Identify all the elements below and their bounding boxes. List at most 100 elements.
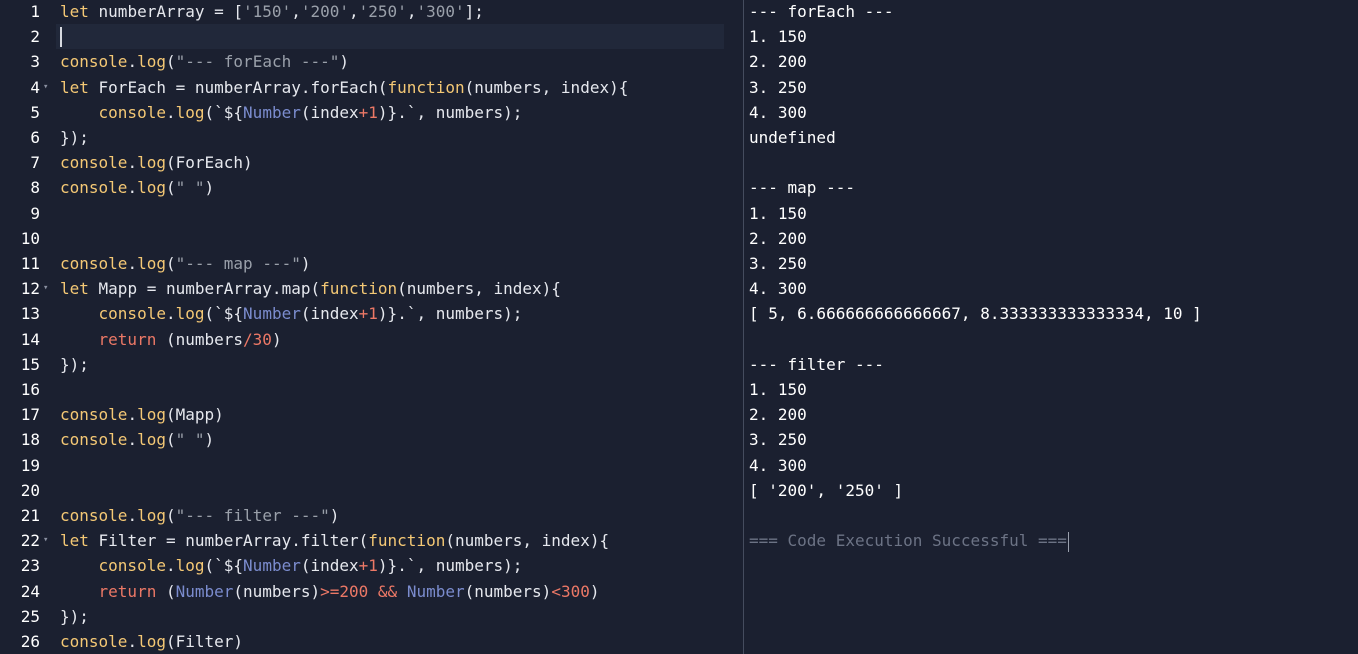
code-line[interactable]: 23 console.log(`${Number(index+1)}.`, nu…: [0, 553, 743, 578]
code-line[interactable]: 11 console.log("--- map ---"): [0, 251, 743, 276]
code-line[interactable]: 18 console.log(" "): [0, 427, 743, 452]
code-text[interactable]: console.log(" "): [60, 175, 214, 200]
code-text[interactable]: });: [60, 352, 89, 377]
code-line[interactable]: 5 console.log(`${Number(index+1)}.`, num…: [0, 100, 743, 125]
output-text: 3. 250: [749, 430, 807, 450]
code-token: '250': [358, 2, 407, 21]
code-line[interactable]: 17 console.log(Mapp): [0, 402, 743, 427]
code-token: (Mapp): [165, 405, 224, 425]
code-line[interactable]: 26 console.log(Filter): [0, 629, 743, 654]
code-token: 30: [252, 329, 272, 349]
fold-arrow-icon[interactable]: ▾: [43, 276, 48, 301]
code-token: (`${: [204, 102, 244, 122]
code-token: console: [60, 430, 128, 450]
output-line: 1. 150: [749, 201, 807, 226]
code-text[interactable]: console.log(ForEach): [60, 150, 253, 175]
code-text[interactable]: console.log(`${Number(index+1)}.`, numbe…: [60, 100, 523, 125]
code-line[interactable]: 1 let numberArray = ['150','200','250','3…: [0, 0, 743, 24]
execution-status: === Code Execution Successful ===: [749, 528, 1069, 553]
code-line[interactable]: 14 return (numbers/30): [0, 327, 743, 352]
code-text[interactable]: return (numbers/30): [60, 327, 282, 352]
output-line: [ '200', '250' ]: [749, 478, 903, 503]
code-token: return: [98, 329, 157, 349]
output-text: --- map ---: [749, 178, 855, 198]
code-line[interactable]: 19: [0, 453, 743, 478]
code-line[interactable]: 2: [0, 24, 743, 49]
code-text[interactable]: return (Number(numbers)>=200 && Number(n…: [60, 579, 600, 604]
code-token: (: [165, 178, 176, 198]
line-number: 6: [30, 128, 40, 147]
code-token: return: [98, 581, 157, 601]
code-token: +: [358, 304, 369, 324]
code-text[interactable]: console.log("--- filter ---"): [60, 503, 339, 528]
output-line: 1. 150: [749, 24, 807, 49]
code-token: Number: [175, 581, 234, 601]
output-text: --- forEach ---: [749, 2, 894, 21]
code-token: console: [60, 506, 128, 525]
code-line[interactable]: 7 console.log(ForEach): [0, 150, 743, 175]
code-text[interactable]: console.log(Filter): [60, 629, 243, 654]
code-token: &&: [377, 581, 398, 601]
output-line: --- filter ---: [749, 352, 884, 377]
line-number: 11: [20, 254, 40, 273]
code-token: "--- map ---": [175, 254, 301, 273]
code-line[interactable]: 25});: [0, 604, 743, 629]
line-number: 5: [30, 102, 40, 122]
code-text[interactable]: });: [60, 125, 89, 150]
code-token: (numbers): [464, 581, 552, 601]
code-text[interactable]: console.log("--- map ---"): [60, 251, 311, 276]
code-token: log: [137, 430, 166, 450]
code-text[interactable]: let Mapp = numberArray.map(function(numb…: [60, 276, 561, 301]
code-line[interactable]: 3 console.log("--- forEach ---"): [0, 49, 743, 74]
code-text[interactable]: let numberArray = ['150','200','250','30…: [60, 0, 484, 24]
code-line[interactable]: 20: [0, 478, 743, 503]
code-token: ): [329, 506, 340, 525]
output-text: 2. 200: [749, 52, 807, 72]
code-line[interactable]: 22 ▾ let Filter = numberArray.filter(funct…: [0, 528, 743, 553]
code-token: "--- filter ---": [175, 506, 330, 525]
code-text[interactable]: console.log(`${Number(index+1)}.`, numbe…: [60, 553, 523, 578]
code-line[interactable]: 15});: [0, 352, 743, 377]
code-token: .: [127, 430, 138, 450]
line-number: 26: [20, 632, 40, 651]
fold-arrow-icon[interactable]: ▾: [43, 75, 48, 100]
code-text[interactable]: console.log("--- forEach ---"): [60, 49, 349, 74]
code-text[interactable]: });: [60, 604, 89, 629]
output-line: 3. 250: [749, 75, 807, 100]
code-token: let: [60, 77, 89, 97]
code-line[interactable]: 21 console.log("--- filter ---"): [0, 503, 743, 528]
code-token: let: [60, 279, 89, 299]
line-number: 13: [20, 304, 40, 324]
code-token: .: [127, 52, 138, 72]
line-number: 19: [20, 455, 40, 475]
output-text: 2. 200: [749, 228, 807, 248]
code-line[interactable]: 6});: [0, 125, 743, 150]
line-number: 4: [30, 77, 40, 97]
output-text: 3. 250: [749, 77, 807, 97]
code-text[interactable]: console.log(" "): [60, 427, 214, 452]
code-token: log: [137, 178, 166, 198]
code-line[interactable]: 9: [0, 201, 743, 226]
code-token: .: [127, 153, 138, 173]
code-token: (numbers, index){: [397, 279, 561, 299]
code-line[interactable]: 13 console.log(`${Number(index+1)}.`, nu…: [0, 301, 743, 326]
code-line[interactable]: 10: [0, 226, 743, 251]
code-text[interactable]: let Filter = numberArray.filter(function…: [60, 528, 609, 553]
fold-arrow-icon[interactable]: ▾: [43, 528, 48, 553]
code-text[interactable]: console.log(`${Number(index+1)}.`, numbe…: [60, 301, 523, 326]
code-editor[interactable]: 1 let numberArray = ['150','200','250','3…: [0, 0, 743, 654]
code-token: (numbers: [156, 329, 244, 349]
code-line[interactable]: 4 ▾ let ForEach = numberArray.forEach(func…: [0, 75, 743, 100]
code-line[interactable]: 16: [0, 377, 743, 402]
code-line[interactable]: 8 console.log(" "): [0, 175, 743, 200]
code-line[interactable]: 12 ▾ let Mapp = numberArray.map(function(n…: [0, 276, 743, 301]
output-console[interactable]: ▲ --- forEach ---1. 1502. 2003. 2504. 30…: [744, 0, 1358, 654]
code-token: '200': [300, 2, 350, 21]
code-text[interactable]: let ForEach = numberArray.forEach(functi…: [60, 75, 628, 100]
code-text[interactable]: console.log(Mapp): [60, 402, 224, 427]
line-number: 15: [20, 354, 40, 374]
code-line[interactable]: 24 return (Number(numbers)>=200 && Numbe…: [0, 579, 743, 604]
